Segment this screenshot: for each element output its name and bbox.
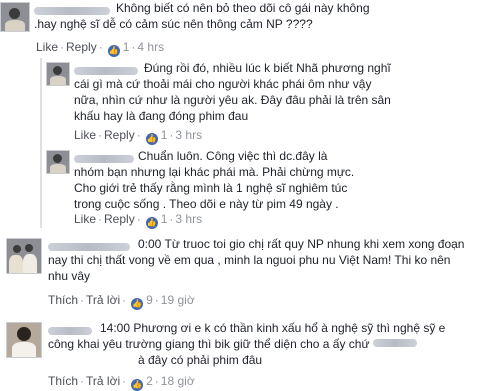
like-link[interactable]: Like (74, 128, 96, 142)
timestamp[interactable]: 4 hrs (137, 40, 164, 54)
comment-actions: Thích · Trả lời · 👍 9 · 19 giờ (48, 293, 195, 310)
timestamp[interactable]: 3 hrs (175, 212, 202, 226)
like-link[interactable]: Like (74, 212, 96, 226)
like-link[interactable]: Thích (48, 374, 78, 388)
avatar[interactable] (6, 238, 42, 274)
comment-actions: Like · Reply · 👍 1 · 3 hrs (74, 212, 203, 229)
reply-link[interactable]: Trả lời (86, 293, 120, 307)
like-link[interactable]: Like (36, 40, 58, 54)
timestamp[interactable]: 18 giờ (161, 374, 195, 388)
like-link[interactable]: Thích (48, 293, 78, 307)
like-icon: 👍 (145, 217, 158, 229)
timestamp[interactable]: 3 hrs (175, 128, 202, 142)
like-icon: 👍 (145, 133, 158, 145)
avatar[interactable] (0, 2, 30, 32)
time-prefix: 14:00 (100, 321, 131, 335)
reply-link[interactable]: Reply (104, 128, 135, 142)
comment-4: 0:00 Từ truoc toi gio chị rất quy NP nhu… (0, 236, 500, 316)
comment-text: Đúng rồi đó, nhiều lúc k biết Nhã phương… (74, 61, 391, 123)
reply-link[interactable]: Reply (66, 40, 97, 54)
avatar[interactable] (6, 322, 42, 358)
comment-actions: Like · Reply · 👍 1 · 3 hrs (74, 128, 203, 145)
like-icon: 👍 (131, 379, 144, 391)
like-count[interactable]: 2 (146, 374, 153, 388)
comment-5: 14:00 Phương ơi e k có thần kinh xấu hổ … (0, 320, 500, 391)
comment-text: 14:00 Phương ơi e k có thần kinh xấu hổ … (48, 321, 446, 367)
time-prefix: 0:00 (138, 237, 162, 251)
reply-link[interactable]: Trả lời (86, 374, 120, 388)
reply-2: Chuẩn luôn. Công việc thì dc.đây là nhóm… (0, 148, 500, 229)
comment-text: 0:00 Từ truoc toi gio chị rất quy NP nhu… (48, 237, 465, 283)
comment-actions: Like · Reply · 👍 1 · 4 hrs (36, 40, 165, 57)
reply-1: Đúng rồi đó, nhiều lúc k biết Nhã phương… (0, 60, 500, 145)
comment-actions: Thích · Trả lời · 👍 2 · 18 giờ (48, 374, 195, 391)
like-icon: 👍 (107, 45, 120, 57)
like-icon: 👍 (131, 298, 144, 310)
like-count[interactable]: 9 (146, 293, 153, 307)
comment-text: Chuẩn luôn. Công việc thì dc.đây là nhóm… (74, 149, 355, 211)
reply-link[interactable]: Reply (104, 212, 135, 226)
avatar[interactable] (46, 62, 70, 86)
timestamp[interactable]: 19 giờ (161, 293, 195, 307)
comment-text: Không biết có nên bỏ theo dõi cô gái này… (34, 1, 370, 31)
comment-1: Không biết có nên bỏ theo dõi cô gái này… (0, 0, 500, 60)
avatar[interactable] (46, 150, 70, 174)
